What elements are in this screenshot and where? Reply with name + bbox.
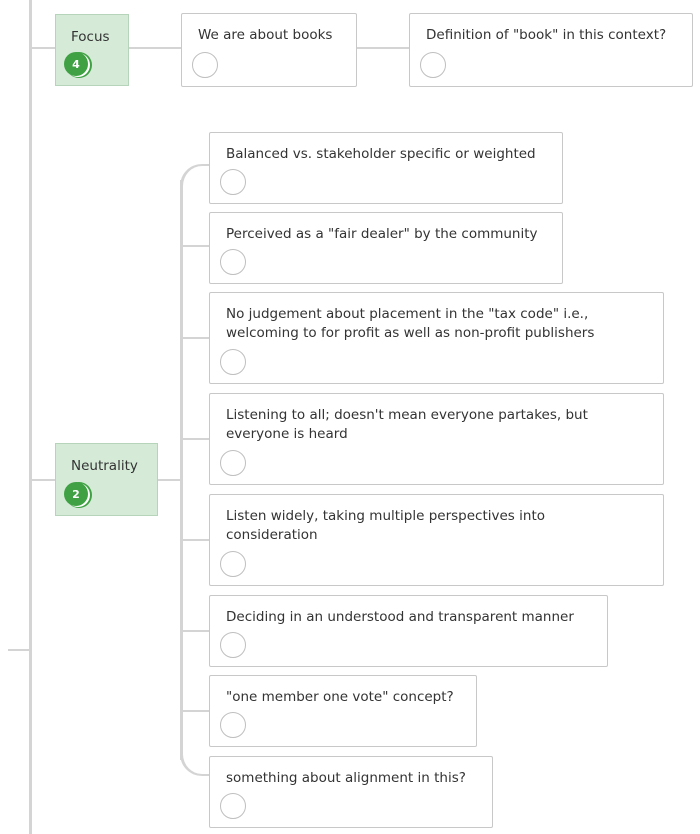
vote-circle-icon[interactable] — [220, 793, 246, 819]
main-spine — [29, 0, 32, 834]
card-focus-2[interactable]: Definition of "book" in this context? — [409, 13, 693, 87]
category-focus[interactable]: Focus 4 — [55, 14, 129, 86]
card-text: No judgement about placement in the "tax… — [226, 306, 595, 341]
count-badge: 2 — [64, 482, 88, 506]
vote-circle-icon[interactable] — [220, 169, 246, 195]
connector-neutrality — [31, 479, 55, 481]
card-text: Listen widely, taking multiple perspecti… — [226, 508, 545, 543]
card-neutrality-4[interactable]: Listening to all; doesn't mean everyone … — [209, 393, 664, 485]
card-text: Listening to all; doesn't mean everyone … — [226, 407, 588, 442]
card-neutrality-6[interactable]: Deciding in an understood and transparen… — [209, 595, 608, 667]
vote-circle-icon[interactable] — [220, 450, 246, 476]
card-text: something about alignment in this? — [226, 770, 466, 786]
card-neutrality-2[interactable]: Perceived as a "fair dealer" by the comm… — [209, 212, 563, 284]
vote-circle-icon[interactable] — [420, 52, 446, 78]
card-text: "one member one vote" concept? — [226, 689, 454, 705]
card-text: Perceived as a "fair dealer" by the comm… — [226, 226, 538, 242]
branch-curve-bottom — [180, 752, 210, 776]
card-neutrality-7[interactable]: "one member one vote" concept? — [209, 675, 477, 747]
card-neutrality-1[interactable]: Balanced vs. stakeholder specific or wei… — [209, 132, 563, 204]
branch-tick-4 — [182, 438, 209, 440]
spine-stub — [8, 649, 30, 651]
card-text: Balanced vs. stakeholder specific or wei… — [226, 146, 536, 162]
card-focus-1[interactable]: We are about books — [181, 13, 357, 87]
vote-circle-icon[interactable] — [192, 52, 218, 78]
branch-vertical — [180, 180, 183, 760]
vote-circle-icon[interactable] — [220, 249, 246, 275]
card-neutrality-3[interactable]: No judgement about placement in the "tax… — [209, 292, 664, 384]
vote-circle-icon[interactable] — [220, 551, 246, 577]
connector-focus — [31, 47, 55, 49]
branch-tick-2 — [182, 245, 209, 247]
connector-focus-item-1 — [129, 47, 181, 49]
card-text: Deciding in an understood and transparen… — [226, 609, 574, 625]
branch-curve-top — [180, 164, 210, 188]
connector-focus-item-2 — [357, 47, 409, 49]
vote-circle-icon[interactable] — [220, 349, 246, 375]
count-badge: 4 — [64, 52, 88, 76]
branch-tick-6 — [182, 630, 209, 632]
card-neutrality-8[interactable]: something about alignment in this? — [209, 756, 493, 828]
vote-circle-icon[interactable] — [220, 712, 246, 738]
vote-circle-icon[interactable] — [220, 632, 246, 658]
branch-tick-5 — [182, 539, 209, 541]
category-neutrality[interactable]: Neutrality 2 — [55, 443, 158, 516]
card-text: Definition of "book" in this context? — [426, 27, 667, 43]
connector-neutrality-out — [157, 479, 182, 481]
category-label: Neutrality — [71, 458, 138, 474]
branch-tick-7 — [182, 710, 209, 712]
card-text: We are about books — [198, 27, 333, 43]
branch-tick-3 — [182, 337, 209, 339]
card-neutrality-5[interactable]: Listen widely, taking multiple perspecti… — [209, 494, 664, 586]
category-label: Focus — [71, 29, 110, 45]
